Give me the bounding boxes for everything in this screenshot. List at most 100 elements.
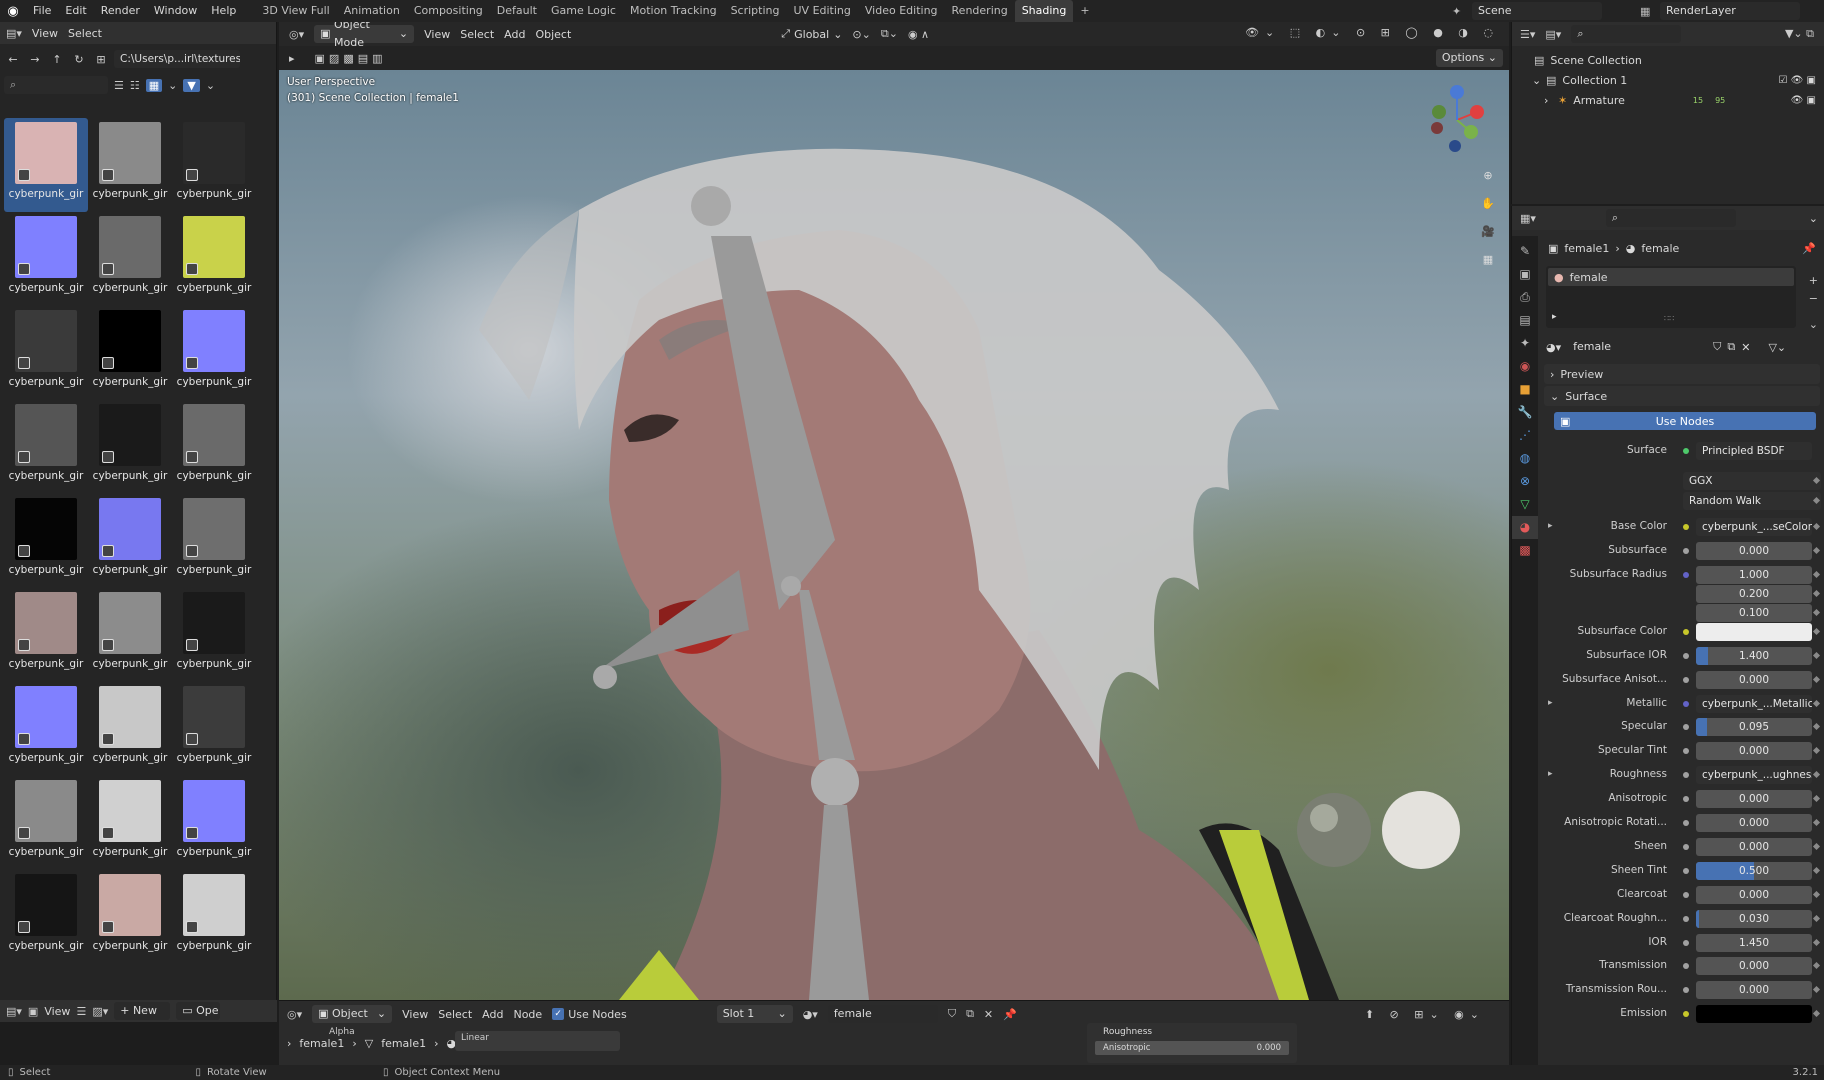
keyframe-diamond-icon[interactable]: [1812, 627, 1821, 635]
output-tab-icon[interactable]: ⎙: [1512, 286, 1538, 309]
input-socket-icon[interactable]: [1683, 987, 1689, 994]
keyframe-diamond-icon[interactable]: [1812, 914, 1821, 922]
subsurface-method-dropdown[interactable]: Random Walk: [1683, 492, 1821, 510]
new-image-button[interactable]: + New: [114, 1002, 171, 1020]
back-arrow-icon[interactable]: ←: [4, 53, 22, 66]
input-socket-icon[interactable]: [1683, 915, 1689, 922]
input-socket-icon[interactable]: [1683, 547, 1689, 554]
expand-input-icon[interactable]: ▸: [1548, 521, 1553, 531]
value-slider[interactable]: 0.000: [1696, 670, 1812, 689]
file-thumbnail[interactable]: cyberpunk_gir: [172, 494, 256, 588]
physics-tab-icon[interactable]: ◍: [1512, 447, 1538, 470]
keyframe-diamond-icon[interactable]: [1812, 842, 1821, 850]
material-name-input[interactable]: female: [1567, 338, 1708, 356]
value-slider[interactable]: 1.000: [1696, 565, 1812, 584]
sort-dropdown-icon[interactable]: ⌄: [168, 79, 177, 92]
outliner-disclosure-icon[interactable]: ›: [1544, 94, 1552, 107]
outliner-editor-type-icon[interactable]: ☰▾: [1520, 28, 1535, 41]
file-thumbnail[interactable]: cyberpunk_gir: [172, 682, 256, 776]
input-socket-icon[interactable]: [1683, 963, 1689, 970]
path-field[interactable]: C:\Users\p...irl\textures\: [114, 50, 240, 68]
breadcrumb-item-mesh[interactable]: female1: [381, 1037, 426, 1050]
material-slot-list[interactable]: ● female ▸ ∷∷: [1546, 266, 1796, 328]
grid-perspective-icon[interactable]: ▦: [1477, 246, 1499, 274]
unlink-close-icon[interactable]: ✕: [984, 1008, 993, 1021]
scene-field[interactable]: Scene: [1472, 2, 1602, 20]
keyframe-diamond-icon[interactable]: [1812, 651, 1821, 659]
input-socket-icon[interactable]: [1683, 796, 1689, 803]
shading-mode-icons[interactable]: 👁⌄ ⬚ ◐⌄ ⊙ ⊞ ◯ ● ◑ ◌: [1245, 26, 1499, 39]
tab-compositing[interactable]: Compositing: [407, 0, 490, 22]
tab-video-editing[interactable]: Video Editing: [858, 0, 945, 22]
render-tab-icon[interactable]: ▣: [1512, 263, 1538, 286]
list-expand-icon[interactable]: ▸: [1552, 312, 1557, 322]
data-tab-icon[interactable]: ▽: [1512, 493, 1538, 516]
file-thumbnail[interactable]: cyberpunk_gir: [4, 400, 88, 494]
input-socket-icon[interactable]: [1683, 891, 1689, 898]
shader-type-dropdown[interactable]: ▣ Object ⌄: [312, 1005, 393, 1023]
properties-editor-type-icon[interactable]: ▦▾: [1520, 212, 1536, 225]
open-image-button[interactable]: ▭ Ope: [176, 1002, 221, 1020]
input-socket-icon[interactable]: [1683, 571, 1689, 578]
node-menu-view[interactable]: View: [402, 1008, 428, 1021]
value-slider[interactable]: 0.500: [1696, 861, 1812, 880]
input-socket-icon[interactable]: [1683, 724, 1689, 731]
outliner-filter-icon[interactable]: ▼⌄ ⧉: [1785, 27, 1814, 41]
tab-rendering[interactable]: Rendering: [945, 0, 1015, 22]
outliner-row[interactable]: ⌄ ▤ Collection 1 ☑ 👁 ▣: [1512, 70, 1824, 90]
file-thumbnail[interactable]: cyberpunk_gir: [172, 870, 256, 964]
3d-viewport[interactable]: ◎▾ ▣ Object Mode ⌄ View Select Add Objec…: [279, 22, 1509, 1000]
blender-logo-icon[interactable]: ◉: [0, 4, 26, 19]
tab-uv-editing[interactable]: UV Editing: [787, 0, 858, 22]
value-slider[interactable]: 0.000: [1696, 814, 1812, 832]
value-slider[interactable]: 1.400: [1696, 646, 1812, 665]
file-thumbnail[interactable]: cyberpunk_gir: [4, 870, 88, 964]
color-swatch[interactable]: [1696, 1005, 1812, 1024]
menu-window[interactable]: Window: [147, 0, 204, 22]
file-thumbnail[interactable]: cyberpunk_gir: [88, 588, 172, 682]
value-slider[interactable]: 0.095: [1696, 718, 1812, 737]
keyframe-diamond-icon[interactable]: [1812, 986, 1821, 994]
menu-edit[interactable]: Edit: [58, 0, 93, 22]
principled-node-fragment[interactable]: Roughness Anisotropic 0.000: [1087, 1023, 1297, 1063]
input-socket-icon[interactable]: [1683, 1011, 1689, 1018]
remove-slot-icon[interactable]: −: [1809, 290, 1818, 308]
display-mode-icon[interactable]: ▤▾: [1545, 28, 1561, 41]
grid-view-icon[interactable]: ☷: [130, 79, 140, 92]
keyframe-diamond-icon[interactable]: [1812, 962, 1821, 970]
slot-specials-icon[interactable]: ⌄: [1809, 316, 1818, 334]
axis-gizmo[interactable]: [1431, 82, 1495, 162]
file-thumbnail[interactable]: cyberpunk_gir: [172, 118, 256, 212]
value-slider[interactable]: 0.100: [1696, 603, 1812, 622]
value-slider[interactable]: 1.450: [1696, 933, 1812, 952]
filter-options-icon[interactable]: ⌄: [206, 79, 215, 92]
file-thumbnail[interactable]: cyberpunk_gir: [4, 306, 88, 400]
file-thumbnail[interactable]: cyberpunk_gir: [88, 118, 172, 212]
file-thumbnail[interactable]: cyberpunk_gir: [4, 682, 88, 776]
renderlayer-field[interactable]: RenderLayer: [1660, 2, 1800, 20]
fake-user-shield-icon[interactable]: ⛉: [948, 1007, 956, 1021]
world-tab-icon[interactable]: ◉: [1512, 355, 1538, 378]
tab-3d-view-full[interactable]: 3D View Full: [255, 0, 336, 22]
mode-dropdown[interactable]: ▣ Object Mode ⌄: [314, 22, 415, 49]
input-socket-icon[interactable]: [1683, 676, 1689, 683]
slot-dropdown[interactable]: Slot 1 ⌄: [716, 1005, 793, 1023]
file-thumbnail[interactable]: cyberpunk_gir: [88, 400, 172, 494]
tab-game-logic[interactable]: Game Logic: [544, 0, 623, 22]
constraints-tab-icon[interactable]: ⊗: [1512, 470, 1538, 493]
camera-icon[interactable]: 🎥: [1477, 218, 1499, 246]
keyframe-diamond-icon[interactable]: [1812, 675, 1821, 683]
expand-input-icon[interactable]: ▸: [1548, 698, 1553, 708]
hand-pan-icon[interactable]: ✋: [1477, 190, 1499, 218]
options-dropdown[interactable]: Options ⌄: [1435, 49, 1503, 67]
value-slider[interactable]: 0.000: [1696, 957, 1812, 976]
viewport-menu-view[interactable]: View: [424, 28, 450, 41]
expand-input-icon[interactable]: ▸: [1548, 769, 1553, 779]
file-thumbnail[interactable]: cyberpunk_gir: [4, 118, 88, 212]
input-socket-icon[interactable]: [1683, 748, 1689, 755]
hamburger-icon[interactable]: ☰: [76, 1005, 86, 1018]
material-browse-icon[interactable]: ◕▾: [803, 1008, 818, 1021]
input-socket-icon[interactable]: [1683, 524, 1689, 530]
node-menu-add[interactable]: Add: [482, 1008, 503, 1021]
image-browse-icon[interactable]: ▨▾: [92, 1005, 108, 1018]
